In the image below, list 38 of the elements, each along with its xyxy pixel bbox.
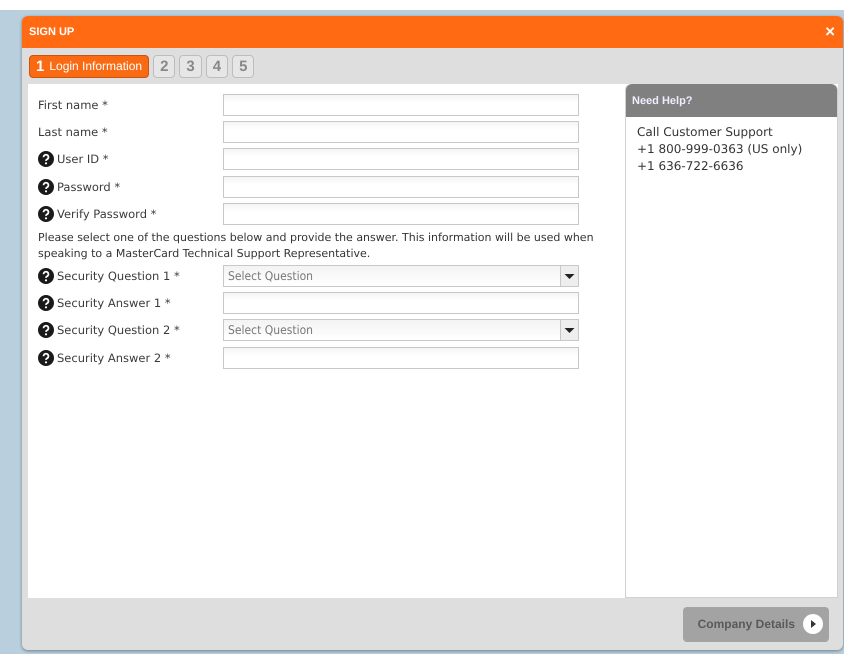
input-field[interactable] bbox=[223, 121, 579, 144]
input-field[interactable] bbox=[223, 148, 579, 170]
close-button[interactable]: × bbox=[823, 22, 837, 42]
help-icon[interactable] bbox=[38, 295, 54, 312]
input-field[interactable] bbox=[223, 176, 579, 198]
instruction-text: Please select one of the questions below and provide the answer. This information will be used when speaking to a MasterCard Technical Support Representative. bbox=[38, 230, 595, 262]
step-tab[interactable]: 5 bbox=[232, 54, 254, 78]
play-icon bbox=[803, 614, 823, 634]
step-tab[interactable]: 3 bbox=[179, 54, 202, 78]
field-label: User ID * bbox=[57, 152, 109, 166]
field-label: Security Answer 2 * bbox=[57, 350, 171, 365]
field-label: Last name * bbox=[38, 125, 108, 140]
dialog-title: SIGN UP bbox=[29, 26, 74, 38]
help-icon[interactable] bbox=[38, 268, 54, 284]
support-text: +1 636-722-6636 bbox=[637, 158, 745, 175]
support-text: Call Customer Support bbox=[637, 124, 774, 141]
step-tab[interactable]: 2 bbox=[153, 54, 176, 78]
help-icon[interactable] bbox=[38, 178, 54, 195]
step-tab[interactable]: 1 Login Information bbox=[29, 54, 150, 78]
field-label: Verify Password * bbox=[57, 207, 156, 222]
step-tab[interactable]: 4 bbox=[206, 54, 228, 78]
field-label: Security Question 2 * bbox=[57, 323, 180, 338]
field-label: Password * bbox=[57, 180, 120, 194]
input-field[interactable] bbox=[223, 292, 579, 314]
field-label: Security Question 1 * bbox=[57, 268, 180, 283]
help-icon[interactable] bbox=[38, 206, 54, 222]
panel-title: Need Help? bbox=[626, 84, 837, 117]
input-field[interactable] bbox=[223, 346, 579, 369]
question-dropdown[interactable]: Select Question bbox=[223, 264, 579, 287]
support-text: +1 800-999-0363 (US only) bbox=[637, 141, 804, 158]
field-label: Security Answer 1 * bbox=[57, 296, 171, 310]
question-dropdown[interactable]: Select Question bbox=[223, 319, 579, 342]
help-icon[interactable] bbox=[38, 322, 54, 338]
input-field[interactable] bbox=[223, 203, 579, 226]
input-field[interactable] bbox=[223, 94, 579, 116]
help-icon[interactable] bbox=[38, 350, 54, 366]
field-label: First name * bbox=[38, 98, 108, 112]
help-icon[interactable] bbox=[38, 151, 54, 168]
